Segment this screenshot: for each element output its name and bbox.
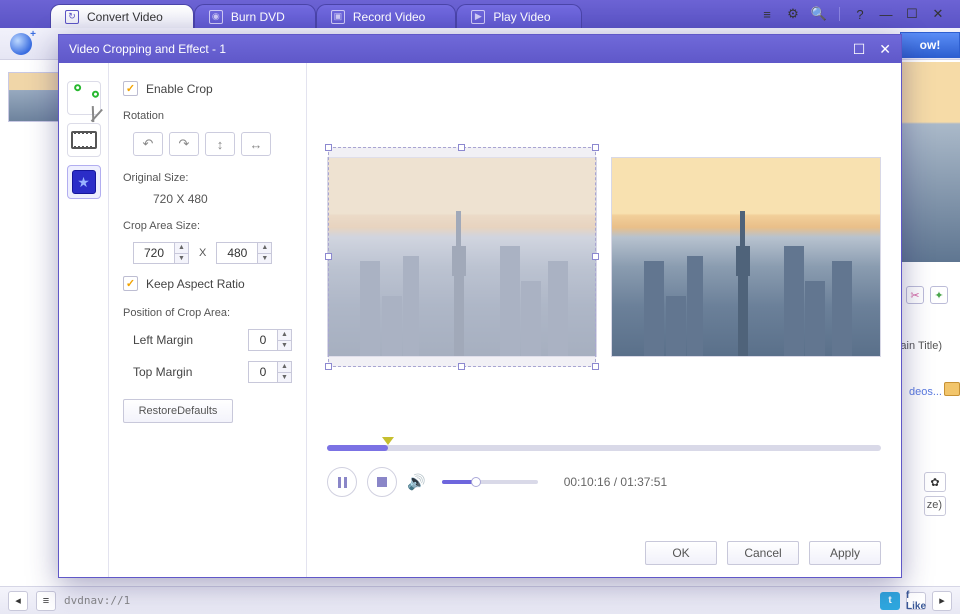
dialog-maximize-icon[interactable]: ☐ [853, 41, 866, 58]
convert-icon: ↻ [65, 10, 79, 24]
star-icon: ★ [72, 170, 96, 194]
original-size-label: Original Size: [123, 172, 292, 184]
tab-play[interactable]: ▶ Play Video [456, 4, 581, 28]
upgrade-button[interactable]: ow! [900, 32, 960, 58]
tab-label: Play Video [493, 10, 550, 24]
crop-effect-dialog: Video Cropping and Effect - 1 ☐ ✕ ★ ✓ En… [58, 34, 902, 578]
crop-width-stepper[interactable]: ▲▼ [133, 242, 189, 264]
search-icon[interactable]: 🔍 [811, 6, 827, 22]
wand-icon[interactable]: ✦ [930, 286, 948, 304]
footer-list-button[interactable]: ≡ [36, 591, 56, 611]
window-maximize-icon[interactable]: ☐ [904, 6, 920, 22]
stop-button[interactable] [367, 467, 397, 497]
dialog-close-icon[interactable]: ✕ [879, 41, 891, 58]
rotate-left-button[interactable]: ↶ [133, 132, 163, 156]
original-size-value: 720 X 480 [123, 190, 292, 216]
trim-tool-button[interactable] [67, 123, 101, 157]
up-arrow-icon[interactable]: ▲ [278, 362, 291, 373]
top-margin-stepper[interactable]: ▲▼ [248, 361, 292, 383]
dialog-title: Video Cropping and Effect - 1 [69, 42, 226, 56]
crop-handle[interactable] [592, 144, 599, 151]
left-margin-stepper[interactable]: ▲▼ [248, 329, 292, 351]
down-arrow-icon[interactable]: ▼ [278, 373, 291, 383]
twitter-icon[interactable]: t [880, 592, 900, 610]
pause-button[interactable] [327, 467, 357, 497]
top-margin-label: Top Margin [133, 365, 192, 379]
main-tabs: ↻ Convert Video ◉ Burn DVD ▣ Record Video ▶… [50, 0, 582, 28]
separator [839, 7, 840, 21]
down-arrow-icon[interactable]: ▼ [278, 341, 291, 351]
crop-area-size-label: Crop Area Size: [123, 220, 292, 232]
crop-handle[interactable] [592, 363, 599, 370]
up-arrow-icon[interactable]: ▲ [278, 330, 291, 341]
up-arrow-icon[interactable]: ▲ [175, 243, 188, 254]
tab-label: Burn DVD [231, 10, 285, 24]
help-icon[interactable]: ? [852, 6, 868, 22]
crop-height-input[interactable] [217, 243, 257, 263]
scissors-icon[interactable]: ✂ [906, 286, 924, 304]
volume-icon[interactable]: 🔊 [407, 473, 426, 491]
add-disc-icon[interactable] [10, 33, 32, 55]
crop-handle[interactable] [325, 253, 332, 260]
crop-tool-button[interactable] [67, 81, 101, 115]
top-margin-input[interactable] [249, 362, 277, 382]
crop-handle[interactable] [458, 144, 465, 151]
rotation-heading: Rotation [123, 110, 292, 122]
footer-next-button[interactable]: ▸ [932, 591, 952, 611]
crop-handle[interactable] [325, 144, 332, 151]
folder-icon[interactable] [944, 382, 960, 396]
gear-icon[interactable]: ⚙ [785, 6, 801, 22]
up-arrow-icon[interactable]: ▲ [258, 243, 271, 254]
keep-aspect-checkbox[interactable]: ✓ [123, 276, 138, 291]
tab-record[interactable]: ▣ Record Video [316, 4, 457, 28]
crop-width-input[interactable] [134, 243, 174, 263]
tab-label: Convert Video [87, 10, 163, 24]
ok-button[interactable]: OK [645, 541, 717, 565]
menu-icon[interactable]: ≡ [759, 6, 775, 22]
footer-address: dvdnav://1 [64, 594, 130, 607]
timeline-slider[interactable] [327, 445, 881, 451]
play-tab-icon: ▶ [471, 10, 485, 24]
rotate-right-button[interactable]: ↷ [169, 132, 199, 156]
footer-prev-button[interactable]: ◂ [8, 591, 28, 611]
enable-crop-label: Enable Crop [146, 82, 213, 96]
volume-slider[interactable] [442, 480, 538, 484]
crop-source-canvas[interactable] [327, 157, 597, 357]
tab-burn[interactable]: ◉ Burn DVD [194, 4, 316, 28]
window-minimize-icon[interactable]: — [878, 6, 894, 22]
effect-tool-button[interactable]: ★ [67, 165, 101, 199]
window-close-icon[interactable]: ✕ [930, 6, 946, 22]
tab-convert[interactable]: ↻ Convert Video [50, 4, 194, 28]
x-separator: X [199, 247, 206, 259]
restore-defaults-button[interactable]: RestoreDefaults [123, 399, 233, 423]
settings-gear-button[interactable]: ✿ [924, 472, 946, 492]
tab-label: Record Video [353, 10, 426, 24]
down-arrow-icon[interactable]: ▼ [258, 254, 271, 264]
flip-horizontal-button[interactable]: ↔ [241, 132, 271, 156]
timecode: 00:10:16 / 01:37:51 [564, 475, 667, 489]
crop-result-canvas [611, 157, 881, 357]
crop-handle[interactable] [325, 363, 332, 370]
deos-link[interactable]: deos... [909, 386, 942, 398]
volume-knob[interactable] [471, 477, 481, 487]
apply-button[interactable]: Apply [809, 541, 881, 565]
cancel-button[interactable]: Cancel [727, 541, 799, 565]
enable-crop-checkbox[interactable]: ✓ [123, 81, 138, 96]
left-margin-label: Left Margin [133, 333, 193, 347]
burn-icon: ◉ [209, 10, 223, 24]
flip-vertical-button[interactable]: ↕ [205, 132, 235, 156]
position-heading: Position of Crop Area: [123, 307, 292, 319]
ze-text: ze) [927, 499, 942, 511]
timeline-progress [327, 445, 388, 451]
record-icon: ▣ [331, 10, 345, 24]
down-arrow-icon[interactable]: ▼ [175, 254, 188, 264]
crop-handle[interactable] [458, 363, 465, 370]
crop-handle[interactable] [592, 253, 599, 260]
timeline-marker-icon[interactable] [382, 437, 394, 445]
crop-height-stepper[interactable]: ▲▼ [216, 242, 272, 264]
keep-aspect-label: Keep Aspect Ratio [146, 277, 245, 291]
fb-like-button[interactable]: f Like [906, 592, 926, 610]
left-margin-input[interactable] [249, 330, 277, 350]
